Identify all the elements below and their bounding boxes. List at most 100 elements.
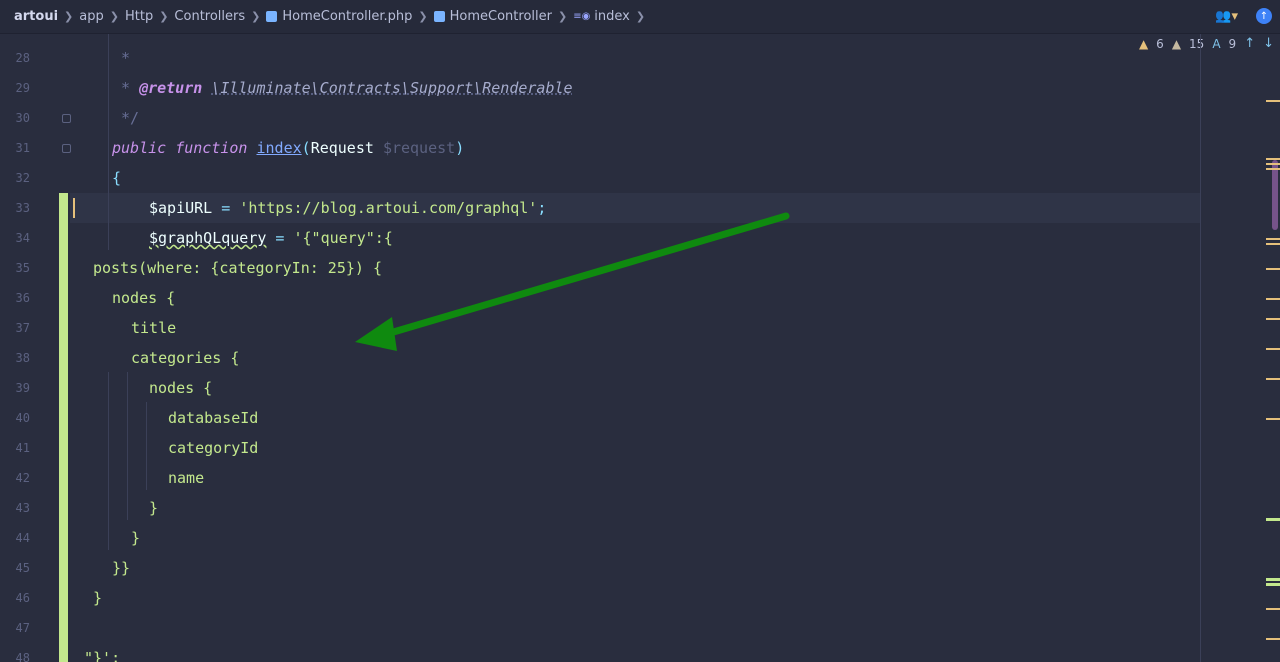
fold-marker-icon[interactable] bbox=[62, 114, 71, 123]
breadcrumb-class-label: HomeController bbox=[449, 9, 552, 24]
warning-stripe-mark[interactable] bbox=[1266, 163, 1280, 165]
chevron-right-icon: ❯ bbox=[251, 10, 261, 23]
line-number[interactable]: 30 bbox=[0, 103, 30, 133]
inspection-widget[interactable]: ▲ 6 ▲ 15 A 9 ↑ ↓ bbox=[1139, 36, 1274, 51]
code-line-48: "}'; bbox=[84, 649, 121, 662]
right-margin-guide bbox=[1200, 34, 1201, 662]
breadcrumb-item-class[interactable]: HomeController bbox=[433, 9, 552, 24]
line-number[interactable]: 43 bbox=[0, 493, 30, 523]
breadcrumb-item-method[interactable]: ≡◉ index bbox=[573, 9, 630, 24]
code-line-40: databaseId bbox=[168, 409, 259, 427]
line-number[interactable]: 39 bbox=[0, 373, 30, 403]
annotation-arrow-head bbox=[355, 317, 397, 351]
breadcrumb-item-app[interactable]: app bbox=[79, 9, 103, 24]
line-number[interactable]: 33 bbox=[0, 193, 30, 223]
code-line-41: categoryId bbox=[168, 439, 259, 457]
line-number[interactable]: 47 bbox=[0, 613, 30, 643]
indent-guide bbox=[108, 372, 109, 550]
caret-marker bbox=[73, 198, 75, 218]
warning-stripe-mark[interactable] bbox=[1266, 418, 1280, 420]
warning-stripe-mark[interactable] bbox=[1266, 100, 1280, 102]
php-file-icon bbox=[266, 11, 278, 22]
weak-warning-count: 15 bbox=[1189, 36, 1205, 51]
previous-highlight-icon[interactable]: ↑ bbox=[1244, 36, 1255, 51]
warning-stripe-mark[interactable] bbox=[1266, 378, 1280, 380]
annotation-arrow-shaft bbox=[376, 212, 790, 340]
weak-warning-icon: ▲ bbox=[1171, 36, 1182, 51]
code-line-35: posts(where: {categoryIn: 25}) { bbox=[93, 259, 382, 277]
change-stripe-mark[interactable] bbox=[1266, 518, 1280, 521]
breadcrumb-item-http[interactable]: Http bbox=[125, 9, 153, 24]
breadcrumb-method-label: index bbox=[594, 9, 630, 24]
line-number[interactable]: 44 bbox=[0, 523, 30, 553]
warning-stripe-mark[interactable] bbox=[1266, 243, 1280, 245]
warning-stripe-mark[interactable] bbox=[1266, 238, 1280, 240]
line-number[interactable]: 42 bbox=[0, 463, 30, 493]
code-line-37: title bbox=[131, 319, 177, 337]
indent-guide bbox=[146, 402, 147, 490]
chevron-right-icon: ❯ bbox=[64, 10, 74, 23]
typo-count: 9 bbox=[1228, 36, 1237, 51]
warning-stripe-mark[interactable] bbox=[1266, 158, 1280, 160]
warning-stripe-mark[interactable] bbox=[1266, 608, 1280, 610]
code-line-38: categories { bbox=[131, 349, 240, 367]
breadcrumb-file-label: HomeController.php bbox=[282, 9, 413, 24]
code-line-31: public function index(Request $request) bbox=[112, 139, 465, 157]
line-number[interactable]: 40 bbox=[0, 403, 30, 433]
code-line-46: } bbox=[93, 589, 103, 607]
breadcrumb-root[interactable]: artoui bbox=[14, 9, 58, 24]
code-line-36: nodes { bbox=[112, 289, 176, 307]
warning-icon: ▲ bbox=[1138, 36, 1149, 51]
indent-guide bbox=[127, 372, 128, 520]
chevron-right-icon: ❯ bbox=[635, 10, 646, 23]
line-number[interactable]: 35 bbox=[0, 253, 30, 283]
line-number[interactable]: 32 bbox=[0, 163, 30, 193]
warning-stripe-mark[interactable] bbox=[1266, 348, 1280, 350]
chevron-right-icon: ❯ bbox=[109, 10, 119, 23]
code-line-33: $apiURL = 'https://blog.artoui.com/graph… bbox=[149, 199, 547, 217]
method-icon: ≡◉ bbox=[573, 11, 591, 22]
code-line-30: */ bbox=[121, 109, 140, 127]
class-icon bbox=[433, 11, 445, 22]
warning-stripe-mark[interactable] bbox=[1266, 318, 1280, 320]
warning-count: 6 bbox=[1156, 36, 1164, 51]
typo-icon: A bbox=[1212, 36, 1221, 51]
code-line-32: { bbox=[112, 169, 122, 187]
code-line-39: nodes { bbox=[149, 379, 213, 397]
line-number[interactable]: 36 bbox=[0, 283, 30, 313]
line-number[interactable]: 41 bbox=[0, 433, 30, 463]
line-number[interactable]: 37 bbox=[0, 313, 30, 343]
warning-stripe-mark[interactable] bbox=[1266, 298, 1280, 300]
code-line-34: $graphQLquery = '{"query":{ bbox=[149, 229, 393, 247]
line-number[interactable]: 31 bbox=[0, 133, 30, 163]
fold-marker-icon[interactable] bbox=[62, 144, 71, 153]
breadcrumb: artoui ❯ app ❯ Http ❯ Controllers ❯ Home… bbox=[0, 0, 1280, 34]
warning-stripe-mark[interactable] bbox=[1266, 638, 1280, 640]
line-number[interactable]: 28 bbox=[0, 43, 30, 73]
change-stripe-mark[interactable] bbox=[1266, 583, 1280, 586]
code-line-45: }} bbox=[112, 559, 131, 577]
toolbar-right: 👥▾ ↑ bbox=[1215, 8, 1272, 24]
chevron-right-icon: ❯ bbox=[159, 10, 169, 23]
next-highlight-icon[interactable]: ↓ bbox=[1263, 36, 1274, 51]
breadcrumb-item-file[interactable]: HomeController.php bbox=[266, 9, 412, 24]
code-line-29: * @return \Illuminate\Contracts\Support\… bbox=[121, 79, 573, 97]
scrollbar-thumb[interactable] bbox=[1272, 160, 1278, 230]
line-number[interactable]: 29 bbox=[0, 73, 30, 103]
line-number[interactable]: 45 bbox=[0, 553, 30, 583]
indent-guide bbox=[108, 34, 109, 250]
code-line-28: * bbox=[121, 49, 131, 67]
line-number[interactable]: 46 bbox=[0, 583, 30, 613]
warning-stripe-mark[interactable] bbox=[1266, 268, 1280, 270]
change-stripe-mark[interactable] bbox=[1266, 578, 1280, 581]
breadcrumb-item-controllers[interactable]: Controllers bbox=[174, 9, 245, 24]
chevron-right-icon: ❯ bbox=[418, 10, 428, 23]
line-number[interactable]: 38 bbox=[0, 343, 30, 373]
code-line-42: name bbox=[168, 469, 205, 487]
warning-stripe-mark[interactable] bbox=[1266, 168, 1280, 170]
vcs-change-bar[interactable] bbox=[59, 193, 68, 662]
users-icon[interactable]: 👥▾ bbox=[1215, 9, 1238, 24]
line-number[interactable]: 48 bbox=[0, 643, 30, 662]
update-icon[interactable]: ↑ bbox=[1256, 8, 1272, 24]
line-number[interactable]: 34 bbox=[0, 223, 30, 253]
